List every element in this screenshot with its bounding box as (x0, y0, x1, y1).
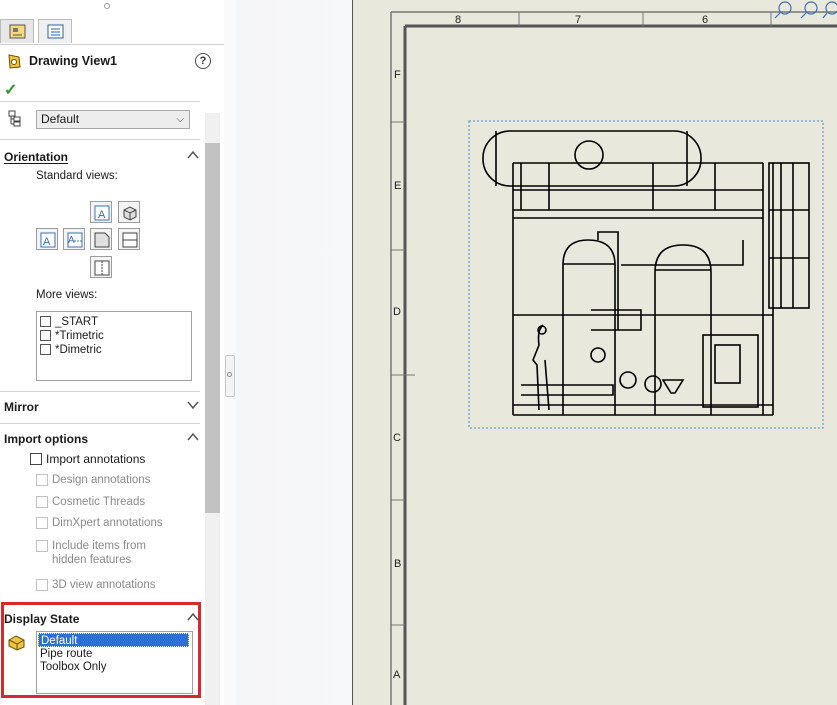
human-figure (532, 324, 550, 411)
mirror-label: Mirror (4, 400, 39, 414)
panel-grip[interactable] (104, 3, 110, 9)
splitter-handle[interactable] (225, 355, 235, 397)
standard-views-label: Standard views: (36, 170, 118, 182)
back-view-button[interactable]: A (90, 201, 112, 223)
chevron-down-icon: ⌵ (176, 114, 184, 125)
chevron-up-icon[interactable] (186, 610, 200, 624)
vessel-left (562, 239, 616, 415)
horizontal-tank (482, 130, 702, 187)
panel-title: Drawing View1 (29, 54, 117, 68)
svg-text:A: A (98, 209, 106, 221)
drawing-sheet[interactable]: 8 7 6 F E D C B A (352, 0, 837, 705)
zone-column-7: 7 (575, 14, 582, 26)
display-state-list[interactable]: Default Pipe route Toolbox Only (36, 631, 193, 694)
back-view-icon: A (94, 205, 110, 221)
zone-row-c: C (393, 432, 401, 444)
3d-view-checkbox[interactable] (36, 579, 48, 591)
drawing-view-icon (8, 54, 21, 69)
zone-column-6: 6 (702, 14, 709, 26)
ok-check-icon[interactable]: ✓ (4, 80, 17, 100)
view-checkbox[interactable] (40, 344, 51, 355)
display-state-section-header[interactable]: Display State (4, 610, 200, 628)
chevron-down-icon[interactable] (186, 398, 200, 412)
cosmetic-threads-checkbox[interactable] (36, 496, 48, 508)
dimxpert-checkbox[interactable] (36, 517, 48, 529)
property-manager-icon (9, 24, 26, 39)
zone-row-d: D (393, 306, 401, 318)
import-options-section-header[interactable]: Import options (4, 430, 200, 448)
configuration-select[interactable]: Default ⌵ (36, 110, 190, 129)
isometric-view-button[interactable] (118, 201, 140, 223)
configuration-value: Default (41, 112, 80, 126)
top-view-button[interactable]: A (63, 228, 85, 250)
zoom-tools (774, 1, 837, 19)
right-view-icon (94, 260, 110, 276)
import-options-label: Import options (4, 432, 88, 446)
list-item[interactable]: Toolbox Only (40, 660, 106, 674)
zone-row-a: A (393, 669, 401, 681)
reference-configuration-row: Default ⌵ (0, 108, 224, 132)
chevron-up-icon[interactable] (186, 430, 200, 444)
zone-row-e: E (394, 180, 402, 192)
tab-feature-manager[interactable] (38, 19, 72, 43)
zone-column-8: 8 (455, 14, 462, 26)
top-view-icon: A (67, 232, 83, 248)
left-view-icon: A (40, 232, 56, 248)
display-state-label: Display State (4, 612, 80, 626)
panel-title-row: Drawing View1 ? (0, 50, 224, 72)
manager-tabs (0, 17, 224, 45)
zone-row-f: F (394, 69, 401, 81)
side-frame (768, 162, 810, 309)
front-view-button[interactable] (90, 228, 112, 250)
chevron-up-icon[interactable] (186, 148, 200, 162)
list-item[interactable]: Pipe route (40, 647, 92, 661)
import-annotations-checkbox[interactable] (30, 453, 42, 465)
equipment-drawing (482, 130, 810, 416)
bottom-view-button[interactable] (118, 228, 140, 250)
bottom-view-icon (122, 232, 138, 248)
more-views-label: More views: (36, 289, 98, 301)
orientation-label: Orientation (4, 150, 69, 164)
more-views-list[interactable]: _START *Trimetric *Dimetric (36, 311, 192, 381)
panel-splitter[interactable] (224, 0, 236, 705)
design-annotations-checkbox[interactable] (36, 474, 48, 486)
configuration-icon (8, 110, 21, 127)
help-icon[interactable]: ? (195, 53, 211, 69)
zone-row-b: B (394, 558, 402, 570)
mirror-section-header[interactable]: Mirror (4, 398, 200, 416)
display-state-icon (8, 635, 25, 651)
sheet-graphics (390, 1, 837, 705)
feature-tree-icon (47, 24, 64, 39)
svg-text:A: A (68, 235, 75, 246)
include-hidden-checkbox[interactable] (36, 540, 48, 552)
tab-property-manager[interactable] (0, 19, 34, 43)
property-manager-panel: Drawing View1 ? ✓ Default ⌵ Orientation S… (0, 0, 225, 705)
left-view-button[interactable]: A (36, 228, 58, 250)
view-checkbox[interactable] (40, 330, 51, 341)
isometric-view-icon (123, 206, 137, 221)
panel-scrollbar-thumb[interactable] (205, 143, 220, 513)
svg-text:A: A (43, 236, 51, 248)
orientation-section-header[interactable]: Orientation (4, 148, 200, 166)
manway (574, 140, 604, 170)
right-view-button[interactable] (90, 256, 112, 278)
view-checkbox[interactable] (40, 316, 51, 327)
front-view-icon (94, 232, 110, 248)
list-item[interactable]: Default (38, 633, 189, 647)
